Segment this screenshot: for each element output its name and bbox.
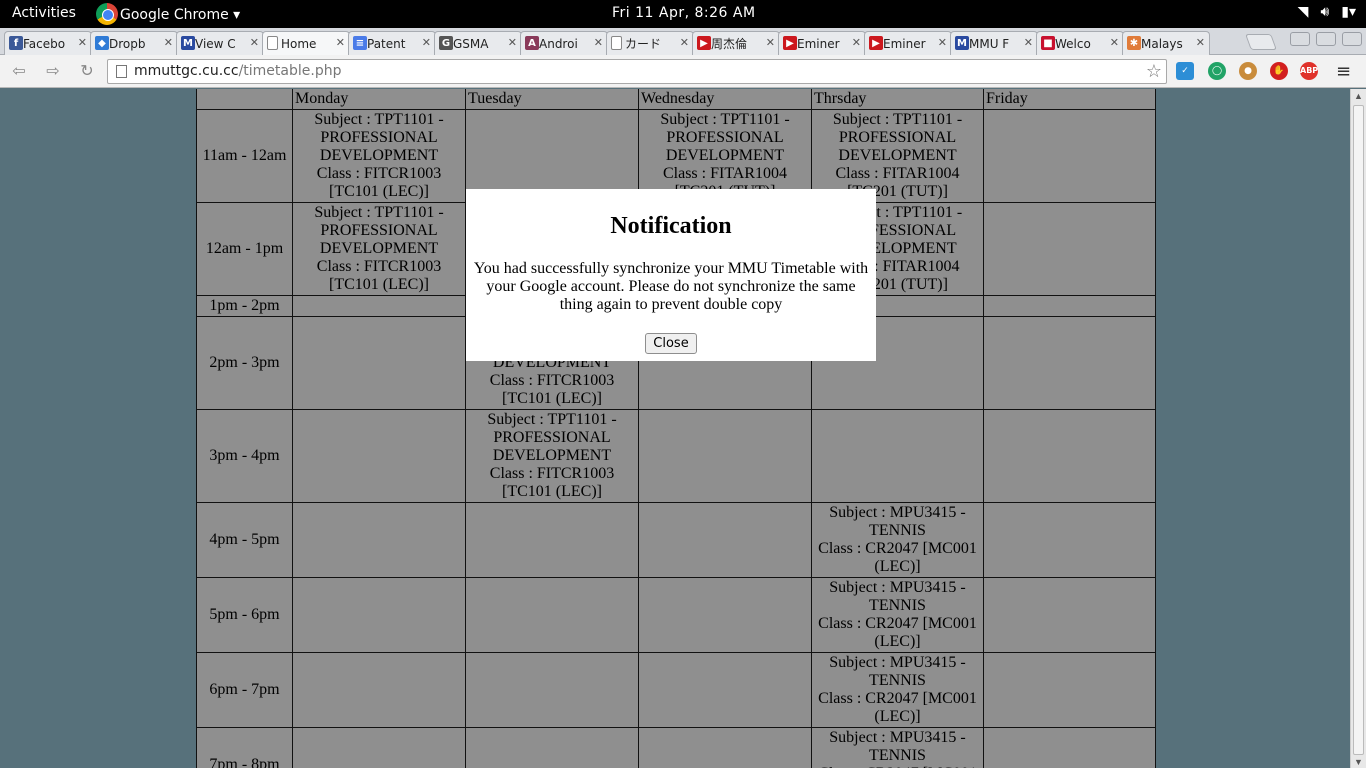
pinwheel-icon: ✱ bbox=[1127, 36, 1141, 50]
tab-close-icon[interactable]: ✕ bbox=[336, 36, 345, 49]
system-tray[interactable]: ◥ 🔊︎ ▮▾ bbox=[1298, 4, 1356, 20]
youtube-icon: ▶ bbox=[783, 36, 797, 50]
vertical-scrollbar[interactable]: ▲ ▼ bbox=[1350, 89, 1366, 768]
activities-button[interactable]: Activities bbox=[12, 5, 76, 21]
tab-close-icon[interactable]: ✕ bbox=[766, 36, 775, 49]
tab-label: Facebo bbox=[23, 36, 66, 51]
notification-dialog: Notification You had successfully synchr… bbox=[466, 189, 876, 361]
tab-close-icon[interactable]: ✕ bbox=[250, 36, 259, 49]
clock[interactable]: Fri 11 Apr, 8:26 AM bbox=[612, 5, 756, 21]
browser-tab[interactable]: ≡ Patent ✕ bbox=[348, 31, 436, 55]
dropbox-icon: ◆ bbox=[95, 36, 109, 50]
extension-pushbullet-icon[interactable]: ✓ bbox=[1176, 62, 1194, 80]
wifi-icon[interactable]: ◥ bbox=[1298, 4, 1309, 20]
tab-close-icon[interactable]: ✕ bbox=[1024, 36, 1033, 49]
chrome-icon bbox=[96, 3, 118, 25]
browser-tab[interactable]: f Facebo ✕ bbox=[4, 31, 92, 55]
mmu-icon: M bbox=[955, 36, 969, 50]
docs-icon: ≡ bbox=[353, 36, 367, 50]
gnome-top-bar: Activities Google Chrome ▾ Fri 11 Apr, 8… bbox=[0, 0, 1366, 28]
mmu-icon: M bbox=[181, 36, 195, 50]
tab-close-icon[interactable]: ✕ bbox=[938, 36, 947, 49]
extension-green-icon[interactable]: ◯ bbox=[1208, 62, 1226, 80]
browser-tab[interactable]: M MMU F ✕ bbox=[950, 31, 1038, 55]
tab-strip: f Facebo ✕ ◆ Dropb ✕ M View C ✕ Home ✕ ≡ Patent ✕ G GSM… bbox=[0, 28, 1366, 55]
tab-label: Eminer bbox=[883, 36, 926, 51]
battery-icon[interactable]: ▮▾ bbox=[1341, 4, 1356, 20]
tab-label: Patent bbox=[367, 36, 406, 51]
dialog-title: Notification bbox=[610, 213, 732, 239]
new-tab-button[interactable] bbox=[1245, 34, 1277, 50]
browser-tab[interactable]: M View C ✕ bbox=[176, 31, 264, 55]
youtube-icon: ▶ bbox=[697, 36, 711, 50]
scroll-down-icon[interactable]: ▼ bbox=[1354, 757, 1363, 767]
browser-tab[interactable]: Home ✕ bbox=[262, 31, 350, 55]
tab-close-icon[interactable]: ✕ bbox=[680, 36, 689, 49]
browser-tab[interactable]: ■ Welco ✕ bbox=[1036, 31, 1124, 55]
gsma-icon: G bbox=[439, 36, 453, 50]
maximize-button[interactable] bbox=[1316, 32, 1336, 46]
tab-label: GSMA bbox=[453, 36, 489, 51]
browser-tab[interactable]: G GSMA ✕ bbox=[434, 31, 522, 55]
page-viewport: Monday Tuesday Wednesday Thrsday Friday 11am … bbox=[0, 89, 1350, 768]
tab-close-icon[interactable]: ✕ bbox=[594, 36, 603, 49]
extension-cookie-icon[interactable]: ● bbox=[1239, 62, 1257, 80]
browser-tab[interactable]: ▶ Eminer ✕ bbox=[864, 31, 952, 55]
tab-close-icon[interactable]: ✕ bbox=[508, 36, 517, 49]
browser-toolbar: ⇦ ⇨ ↻ mmuttgc.cu.cc/timetable.php ☆ ✓ ◯ … bbox=[0, 55, 1366, 88]
url-host: mmuttgc.cu.cc bbox=[134, 63, 239, 79]
tab-label: Welco bbox=[1055, 36, 1091, 51]
extension-block-icon[interactable]: ✋ bbox=[1270, 62, 1288, 80]
url-path: /timetable.php bbox=[238, 63, 342, 79]
browser-tab[interactable]: ✱ Malays ✕ bbox=[1122, 31, 1210, 55]
tab-close-icon[interactable]: ✕ bbox=[1196, 36, 1205, 49]
tab-close-icon[interactable]: ✕ bbox=[164, 36, 173, 49]
forum-icon: A bbox=[525, 36, 539, 50]
browser-tab[interactable]: ▶ Eminer ✕ bbox=[778, 31, 866, 55]
tab-label: View C bbox=[195, 36, 236, 51]
forward-icon[interactable]: ⇨ bbox=[42, 61, 64, 81]
tab-label: MMU F bbox=[969, 36, 1010, 51]
browser-tab[interactable]: ◆ Dropb ✕ bbox=[90, 31, 178, 55]
reload-icon[interactable]: ↻ bbox=[76, 61, 98, 81]
tab-label: Eminer bbox=[797, 36, 840, 51]
adblock-plus-icon[interactable]: ABP bbox=[1300, 62, 1318, 80]
dialog-message: You had successfully synchronize your MM… bbox=[473, 260, 869, 313]
minimize-button[interactable] bbox=[1290, 32, 1310, 46]
page-icon bbox=[267, 36, 278, 50]
app-menu-label: Google Chrome ▾ bbox=[120, 7, 241, 23]
page-icon bbox=[611, 36, 622, 50]
flag-icon: ■ bbox=[1041, 36, 1055, 50]
scroll-up-icon[interactable]: ▲ bbox=[1354, 91, 1363, 101]
youtube-icon: ▶ bbox=[869, 36, 883, 50]
tab-label: カード bbox=[625, 37, 662, 51]
browser-tab[interactable]: ▶ 周杰倫 ✕ bbox=[692, 31, 780, 55]
browser-tab[interactable]: カード ✕ bbox=[606, 31, 694, 55]
close-button[interactable]: Close bbox=[645, 333, 697, 354]
app-menu[interactable]: Google Chrome ▾ bbox=[96, 3, 241, 25]
tab-label: 周杰倫 bbox=[711, 37, 748, 51]
address-bar[interactable]: mmuttgc.cu.cc/timetable.php ☆ bbox=[107, 59, 1167, 84]
tab-close-icon[interactable]: ✕ bbox=[78, 36, 87, 49]
tab-label: Dropb bbox=[109, 36, 146, 51]
tab-close-icon[interactable]: ✕ bbox=[1110, 36, 1119, 49]
back-icon[interactable]: ⇦ bbox=[8, 61, 30, 81]
browser-tab[interactable]: A Androi ✕ bbox=[520, 31, 608, 55]
close-window-button[interactable] bbox=[1342, 32, 1362, 46]
tab-label: Androi bbox=[539, 36, 578, 51]
tab-close-icon[interactable]: ✕ bbox=[852, 36, 861, 49]
scrollbar-thumb[interactable] bbox=[1353, 105, 1364, 755]
tab-label: Home bbox=[281, 36, 317, 51]
bookmark-star-icon[interactable]: ☆ bbox=[1146, 60, 1162, 83]
tab-label: Malays bbox=[1141, 36, 1183, 51]
facebook-icon: f bbox=[9, 36, 23, 50]
tab-close-icon[interactable]: ✕ bbox=[422, 36, 431, 49]
page-info-icon[interactable] bbox=[116, 65, 127, 78]
chrome-menu-icon[interactable]: ≡ bbox=[1336, 61, 1352, 82]
volume-icon[interactable]: 🔊︎ bbox=[1320, 4, 1329, 20]
